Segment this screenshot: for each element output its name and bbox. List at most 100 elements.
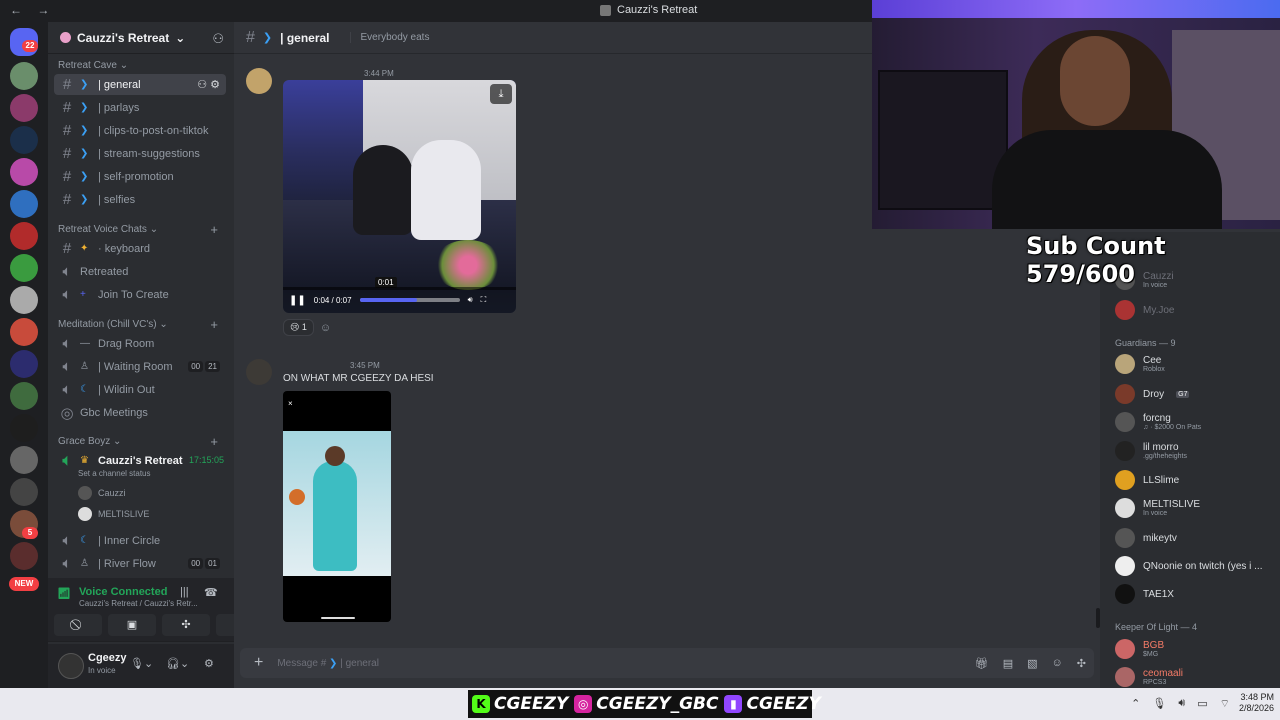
feather-icon: ❯: [80, 148, 89, 159]
channel-parlays[interactable]: # ❯ | parlays: [54, 97, 226, 118]
video-attachment[interactable]: ⤓ 0:01 ❚❚ 0:04 / 0:07 🔊︎ ⛶: [283, 80, 516, 313]
attach-plus-icon[interactable]: +: [254, 654, 263, 672]
server-header[interactable]: Cauzzi's Retreat ⌄ ⚇: [48, 22, 234, 54]
member-item[interactable]: forcng ♫ · $2000 On Pats: [1115, 412, 1280, 432]
disconnect-icon[interactable]: ☎: [204, 586, 218, 599]
microphone-icon[interactable]: 🎙︎⌄: [130, 657, 153, 670]
fullscreen-icon[interactable]: ⛶: [481, 295, 487, 305]
channel-keyboard[interactable]: # ✦ · keyboard: [54, 238, 226, 259]
screen-share-icon[interactable]: ▣: [108, 614, 156, 636]
microphone-icon[interactable]: 🎙︎: [1152, 697, 1166, 711]
add-channel-icon[interactable]: +: [210, 317, 218, 332]
member-item[interactable]: Cee Roblox: [1115, 354, 1280, 374]
channel-clips[interactable]: # ❯ | clips-to-post-on-tiktok: [54, 120, 226, 141]
gif-icon[interactable]: ▤: [1003, 657, 1013, 670]
server-icon-5[interactable]: [10, 190, 38, 218]
server-icon-7[interactable]: [10, 254, 38, 282]
member-name: ceomaali: [1143, 668, 1184, 679]
kick-handle: K CGEEZY: [472, 694, 568, 714]
member-item[interactable]: LLSlime: [1115, 470, 1280, 490]
download-icon[interactable]: ⤓: [490, 84, 512, 104]
image-attachment[interactable]: ×: [283, 391, 391, 622]
member-item[interactable]: lil morro .gg/theheights: [1115, 441, 1280, 461]
add-channel-icon[interactable]: +: [210, 434, 218, 449]
chevron-up-icon[interactable]: ⌃: [1131, 697, 1140, 711]
category-meditation[interactable]: Meditation (Chill VC's) ⌄ +: [58, 317, 228, 332]
reaction-pill[interactable]: 😢 1: [283, 319, 314, 336]
seek-bar[interactable]: [359, 298, 460, 302]
channel-drag-room[interactable]: 🔈︎ — Drag Room: [54, 333, 226, 354]
member-item[interactable]: MELTISLIVE In voice: [1115, 498, 1280, 518]
voice-status[interactable]: Voice Connected: [79, 586, 167, 598]
member-item[interactable]: Droy G7: [1115, 384, 1280, 404]
channel-inner-circle[interactable]: 🔈︎ ☾ | Inner Circle: [54, 530, 226, 551]
clock[interactable]: 3:48 PM 2/8/2026: [1226, 692, 1274, 714]
voice-location[interactable]: Cauzzi's Retreat / Cauzzi's Retr...: [79, 599, 239, 608]
server-icon-4[interactable]: [10, 158, 38, 186]
camera-off-icon[interactable]: ⃠: [54, 614, 102, 636]
gift-icon[interactable]: 🎁︎: [975, 657, 989, 670]
signal-icon[interactable]: 📶︎: [57, 587, 71, 601]
display-icon[interactable]: ▭: [1197, 697, 1207, 711]
headphones-icon[interactable]: 🎧︎⌄: [166, 657, 189, 670]
channel-join-to-create[interactable]: 🔈︎ + Join To Create: [54, 284, 226, 305]
member-item[interactable]: mikeytv: [1115, 528, 1280, 548]
channel-waiting-room[interactable]: 🔈︎ ♙ | Waiting Room 00 21: [54, 356, 226, 377]
shoe-shelf: [878, 70, 1008, 210]
server-icon-6[interactable]: [10, 222, 38, 250]
category-grace-boyz[interactable]: Grace Boyz ⌄ +: [58, 434, 228, 449]
add-reaction-icon[interactable]: ☺: [320, 322, 331, 334]
server-icon-10[interactable]: [10, 350, 38, 378]
channel-self-promotion[interactable]: # ❯ | self-promotion: [54, 166, 226, 187]
emoji-icon[interactable]: ☺: [1052, 657, 1063, 670]
voice-user[interactable]: Cauzzi: [78, 486, 126, 500]
member-item[interactable]: BGB $MG: [1115, 639, 1280, 659]
channel-topic[interactable]: Everybody eats: [349, 32, 429, 43]
server-icon-16[interactable]: [10, 542, 38, 570]
category-voice-chats[interactable]: Retreat Voice Chats ⌄ +: [58, 222, 228, 237]
server-icon-8[interactable]: [10, 286, 38, 314]
channel-selfies[interactable]: # ❯ | selfies: [54, 189, 226, 210]
server-icon-2[interactable]: [10, 94, 38, 122]
channel-retreated[interactable]: 🔈︎ Retreated: [54, 261, 226, 282]
apps-icon[interactable]: ✣: [1077, 657, 1086, 670]
server-icon-14[interactable]: [10, 478, 38, 506]
member-item[interactable]: ceomaali RPCS3: [1115, 667, 1280, 687]
server-icon-3[interactable]: [10, 126, 38, 154]
server-icon-1[interactable]: [10, 62, 38, 90]
member-item[interactable]: QNoonie on twitch (yes i ...: [1115, 556, 1280, 576]
pause-icon[interactable]: ❚❚: [289, 295, 306, 306]
user-avatar[interactable]: [58, 653, 84, 679]
channel-stream-suggestions[interactable]: # ❯ | stream-suggestions: [54, 143, 226, 164]
server-icon-11[interactable]: [10, 382, 38, 410]
channel-gbc-meetings[interactable]: ◎ Gbc Meetings: [54, 402, 226, 423]
channel-general[interactable]: # ❯ | general ⚇ ⚙: [54, 74, 226, 95]
settings-gear-icon[interactable]: ⚙: [204, 657, 214, 670]
category-label: Meditation (Chill VC's): [58, 319, 157, 330]
channel-river-flow[interactable]: 🔈︎ ♙ | River Flow 00 01: [54, 553, 226, 574]
avatar[interactable]: [246, 68, 272, 94]
invite-people-icon[interactable]: ⚇: [212, 31, 224, 47]
sticker-icon[interactable]: ▧: [1027, 657, 1037, 670]
message-composer[interactable]: + Message # ❯ | general 🎁︎ ▤ ▧ ☺ ✣: [240, 648, 1094, 678]
member-item[interactable]: My.Joe: [1115, 300, 1280, 320]
volume-icon[interactable]: 🔊︎: [468, 295, 473, 305]
volume-icon[interactable]: 🔊︎: [1178, 697, 1185, 711]
avatar[interactable]: [246, 359, 272, 385]
member-item[interactable]: TAE1X: [1115, 584, 1280, 604]
channel-settings-icon[interactable]: ⚇ ⚙: [197, 78, 220, 91]
avatar: [1115, 556, 1135, 576]
server-icon-12[interactable]: [10, 414, 38, 442]
server-icon-9[interactable]: [10, 318, 38, 346]
add-channel-icon[interactable]: +: [210, 222, 218, 237]
server-icon-13[interactable]: [10, 446, 38, 474]
channel-wildin-out[interactable]: 🔈︎ ☾ | Wildin Out: [54, 379, 226, 400]
voice-user[interactable]: MELTISLIVE: [78, 507, 149, 521]
set-channel-status[interactable]: Set a channel status: [78, 469, 151, 478]
activities-icon[interactable]: ✣: [162, 614, 210, 636]
member-name: forcng: [1143, 413, 1171, 424]
user-name[interactable]: Cgeezy: [88, 652, 127, 664]
nav-arrows[interactable]: ← →: [10, 3, 55, 17]
category-retreat-cave[interactable]: Retreat Cave ⌄: [58, 60, 228, 71]
noise-suppression-icon[interactable]: |||: [180, 586, 189, 598]
